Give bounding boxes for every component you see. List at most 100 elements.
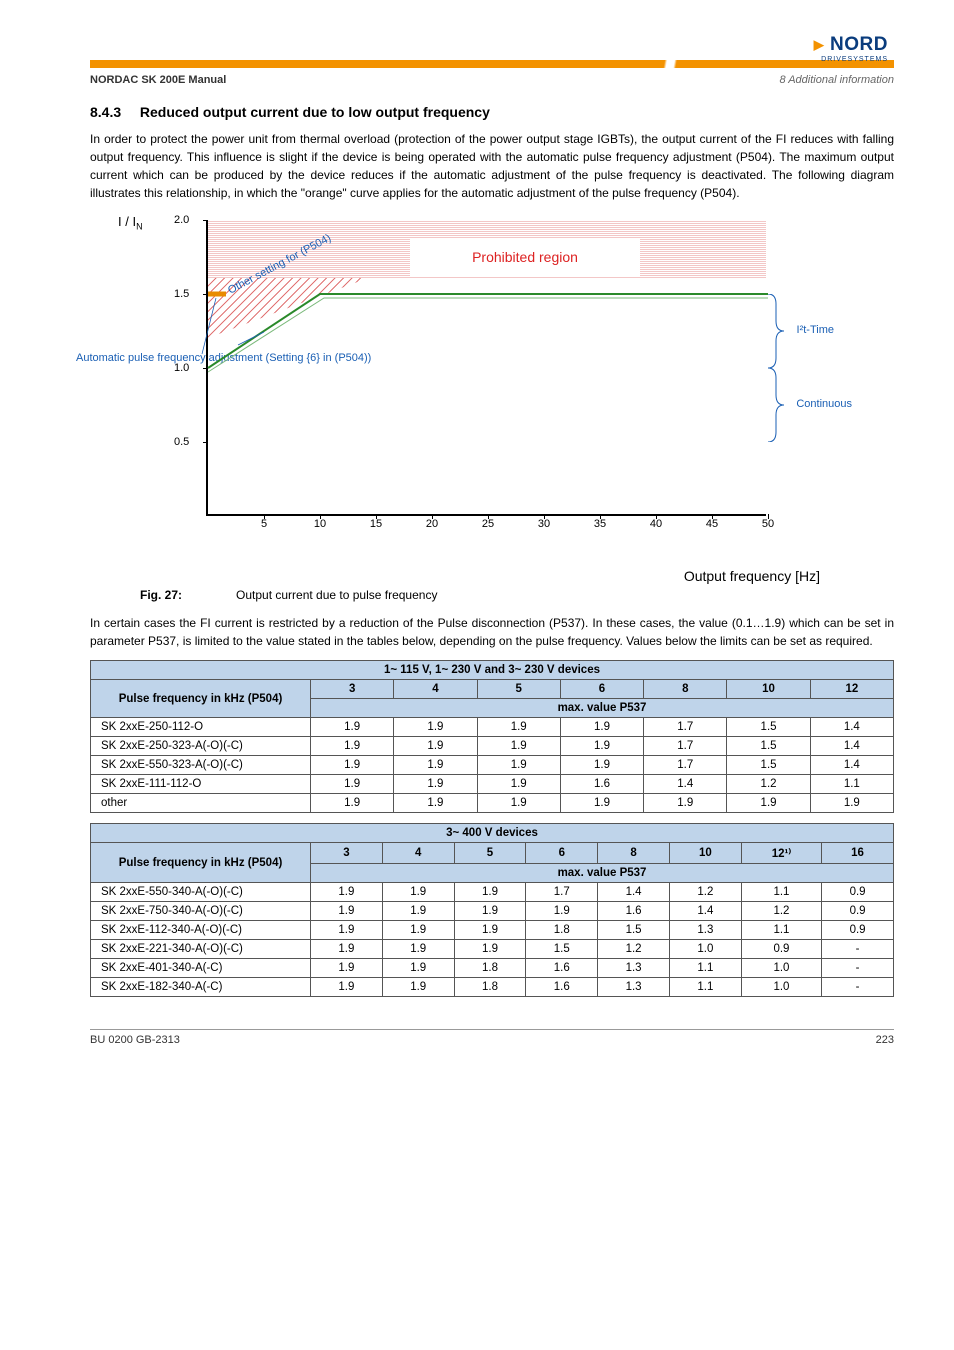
row-label-cell: SK 2xxE-750-340-A(-O)(-C): [91, 902, 311, 921]
data-cell: 1.9: [382, 902, 454, 921]
data-cell: 1.6: [560, 775, 643, 794]
col-header: 6: [560, 680, 643, 699]
orange-rule: [90, 60, 894, 68]
data-cell: 1.1: [810, 775, 893, 794]
data-cell: 1.9: [454, 902, 526, 921]
data-cell: 1.0: [741, 978, 821, 997]
data-cell: 1.9: [311, 959, 383, 978]
row-label-cell: SK 2xxE-550-340-A(-O)(-C): [91, 883, 311, 902]
figure-ref: Fig. 27:: [140, 588, 196, 602]
data-cell: 1.1: [669, 959, 741, 978]
data-cell: -: [822, 978, 894, 997]
series-line-green: [208, 294, 768, 368]
header-bar: ▶ NORD DRIVESYSTEMS: [90, 40, 894, 68]
x-tick-label: 15: [370, 518, 382, 530]
data-cell: 1.3: [598, 978, 670, 997]
data-cell: 1.9: [560, 718, 643, 737]
sub-header: max. value P537: [311, 864, 894, 883]
data-cell: 1.0: [741, 959, 821, 978]
data-cell: 1.9: [382, 883, 454, 902]
figure-caption: Fig. 27: Output current due to pulse fre…: [140, 588, 894, 602]
col-header: 5: [477, 680, 560, 699]
section-title-text: Reduced output current due to low output…: [140, 104, 490, 120]
x-tick-label: 30: [538, 518, 550, 530]
data-cell: 1.2: [598, 940, 670, 959]
table-title: 1~ 115 V, 1~ 230 V and 3~ 230 V devices: [91, 661, 894, 680]
x-tick-mark: [320, 514, 321, 519]
data-cell: 1.5: [526, 940, 598, 959]
table-row: SK 2xxE-550-323-A(-O)(-C)1.91.91.91.91.7…: [91, 756, 894, 775]
data-cell: 1.3: [598, 959, 670, 978]
x-axis-label: Output frequency [Hz]: [90, 568, 820, 584]
data-cell: 1.4: [810, 737, 893, 756]
y-tick-label: 1.0: [174, 362, 189, 374]
row-header: Pulse frequency in kHz (P504): [91, 680, 311, 718]
figure-caption-text: Output current due to pulse frequency: [236, 588, 437, 602]
data-cell: -: [822, 940, 894, 959]
data-cell: 1.9: [560, 737, 643, 756]
row-label-cell: SK 2xxE-401-340-A(-C): [91, 959, 311, 978]
data-cell: 1.1: [741, 921, 821, 940]
section-heading: 8.4.3 Reduced output current due to low …: [90, 104, 894, 120]
x-tick-mark: [656, 514, 657, 519]
table-row: SK 2xxE-401-340-A(-C)1.91.91.81.61.31.11…: [91, 959, 894, 978]
data-cell: 1.7: [644, 737, 727, 756]
y-tick-label: 1.5: [174, 288, 189, 300]
data-cell: 1.9: [394, 775, 477, 794]
data-cell: 1.9: [311, 756, 394, 775]
table-row: SK 2xxE-221-340-A(-O)(-C)1.91.91.91.51.2…: [91, 940, 894, 959]
data-cell: 1.9: [311, 737, 394, 756]
data-cell: 1.8: [454, 959, 526, 978]
data-cell: 1.2: [741, 902, 821, 921]
data-cell: 0.9: [741, 940, 821, 959]
logo-text: NORD: [830, 34, 888, 55]
data-cell: 1.5: [727, 737, 810, 756]
data-cell: 1.9: [644, 794, 727, 813]
data-cell: 1.9: [394, 718, 477, 737]
doc-title: NORDAC SK 200E Manual: [90, 74, 226, 86]
col-header: 10: [669, 843, 741, 864]
data-cell: 1.4: [669, 902, 741, 921]
data-cell: 1.9: [454, 921, 526, 940]
data-cell: 1.6: [526, 978, 598, 997]
col-header: 16: [822, 843, 894, 864]
x-tick-label: 45: [706, 518, 718, 530]
data-cell: 1.9: [394, 756, 477, 775]
x-tick-label: 35: [594, 518, 606, 530]
chart-plot-area: Prohibited region Other setting for (P50…: [206, 220, 766, 516]
data-cell: 1.4: [644, 775, 727, 794]
data-cell: 1.9: [454, 883, 526, 902]
data-cell: 1.5: [727, 718, 810, 737]
data-cell: 1.9: [311, 883, 383, 902]
data-cell: 1.9: [727, 794, 810, 813]
intro-text: In order to protect the power unit from …: [90, 130, 894, 202]
data-cell: 1.9: [311, 902, 383, 921]
data-cell: 1.9: [477, 775, 560, 794]
y-tick-label: 0.5: [174, 436, 189, 448]
data-cell: 1.9: [477, 794, 560, 813]
table-row: SK 2xxE-250-112-O1.91.91.91.91.71.51.4: [91, 718, 894, 737]
x-tick-mark: [544, 514, 545, 519]
data-cell: 1.0: [669, 940, 741, 959]
data-cell: 1.8: [454, 978, 526, 997]
data-cell: 1.9: [311, 794, 394, 813]
brand-logo: ▶ NORD DRIVESYSTEMS: [814, 34, 888, 63]
bracket-i2t: [766, 294, 786, 368]
bracket-label-continuous: Continuous: [796, 398, 852, 410]
data-cell: 1.9: [311, 775, 394, 794]
data-cell: 1.1: [669, 978, 741, 997]
data-cell: 1.9: [311, 718, 394, 737]
data-cell: 0.9: [822, 921, 894, 940]
intro-paragraph: In order to protect the power unit from …: [90, 130, 894, 202]
col-header: 3: [311, 680, 394, 699]
y-tick-mark: [203, 220, 208, 221]
data-cell: 1.9: [477, 756, 560, 775]
footer-doc-id: BU 0200 GB-2313: [90, 1034, 180, 1046]
data-cell: 1.9: [560, 794, 643, 813]
data-cell: 1.7: [526, 883, 598, 902]
y-tick-mark: [203, 294, 208, 295]
page-footer: BU 0200 GB-2313 223: [90, 1029, 894, 1046]
data-cell: 1.2: [669, 883, 741, 902]
data-cell: -: [822, 959, 894, 978]
series-line-green-shadow: [208, 298, 768, 372]
